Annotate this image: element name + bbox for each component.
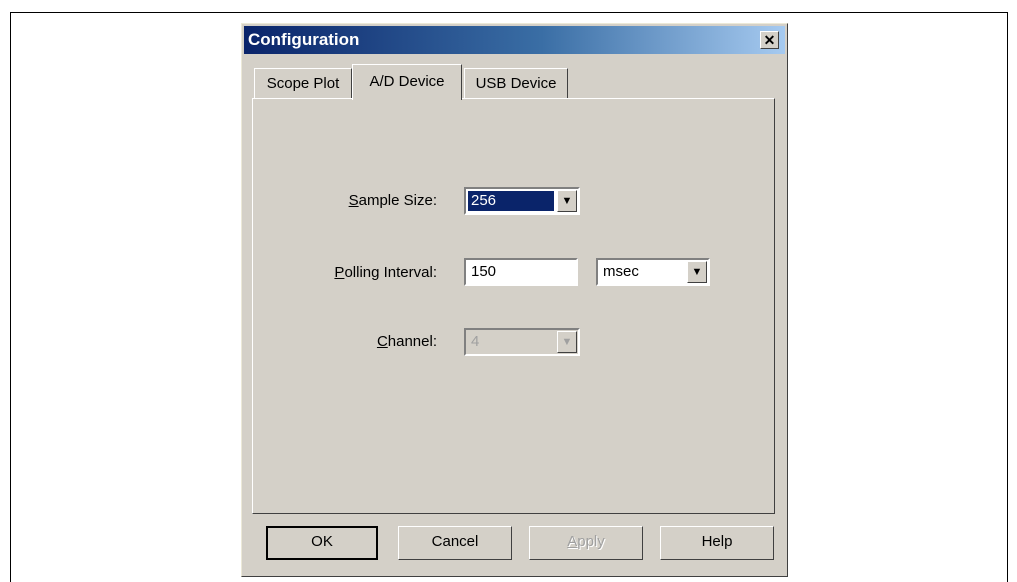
chevron-down-icon: ▼ (557, 331, 577, 353)
sample-size-value: 256 (468, 191, 554, 211)
close-button[interactable]: ✕ (760, 31, 779, 49)
ok-label: OK (311, 533, 333, 550)
apply-button: Apply (529, 526, 643, 560)
close-icon: ✕ (763, 32, 776, 48)
help-label: Help (701, 533, 733, 550)
polling-unit-value: msec (603, 263, 639, 280)
ok-button[interactable]: OK (266, 526, 378, 560)
cancel-button[interactable]: Cancel (398, 526, 512, 560)
polling-interval-input[interactable]: 150 (464, 258, 578, 286)
configuration-dialog: Configuration ✕ Scope Plot A/D Device US… (241, 23, 788, 577)
sample-size-label: Sample Size: (348, 192, 437, 209)
chevron-down-icon[interactable]: ▼ (557, 190, 577, 212)
tab-ad-device[interactable]: A/D Device (352, 64, 462, 100)
tab-label: Scope Plot (266, 75, 340, 92)
tab-usb-device[interactable]: USB Device (464, 68, 568, 98)
tab-label: USB Device (475, 75, 557, 92)
channel-value: 4 (471, 333, 480, 350)
channel-select: 4 ▼ (464, 328, 580, 356)
cancel-label: Cancel (431, 533, 479, 550)
tab-label: A/D Device (369, 73, 445, 90)
title-bar[interactable]: Configuration ✕ (244, 26, 785, 54)
sample-size-select[interactable]: 256 ▼ (464, 187, 580, 215)
chevron-down-icon[interactable]: ▼ (687, 261, 707, 283)
polling-interval-label: Polling Interval: (334, 264, 437, 281)
tab-panel (252, 98, 775, 514)
help-button[interactable]: Help (660, 526, 774, 560)
tab-scope-plot[interactable]: Scope Plot (254, 68, 352, 98)
polling-unit-select[interactable]: msec ▼ (596, 258, 710, 286)
channel-label: Channel: (376, 333, 437, 350)
dialog-title: Configuration (248, 30, 360, 49)
apply-label: Apply (567, 533, 605, 550)
